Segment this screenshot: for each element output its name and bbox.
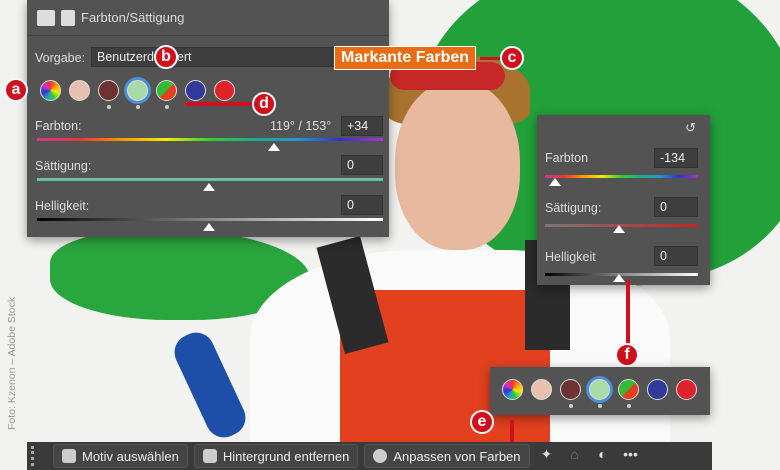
person-icon	[62, 449, 76, 463]
hue-input[interactable]: +34	[341, 116, 383, 136]
select-subject-button[interactable]: Motiv auswählen	[53, 444, 188, 468]
ctx-swatch-all-colors[interactable]	[502, 379, 523, 400]
marker-d: d	[252, 92, 276, 116]
marker-e: e	[470, 410, 494, 434]
lasso-icon[interactable]: ⌂	[564, 446, 586, 466]
side-hue-input[interactable]: -134	[654, 148, 698, 168]
side-saturation-thumb[interactable]	[613, 225, 625, 233]
contextual-adjust-panel: ↺ Farbton -134 Sättigung: 0 Helligkeit 0	[537, 115, 710, 285]
side-hue-thumb[interactable]	[549, 178, 561, 186]
hue-range: 119° / 153°	[270, 119, 332, 133]
remove-background-button[interactable]: Hintergrund entfernen	[193, 444, 359, 468]
side-saturation-input[interactable]: 0	[654, 197, 698, 217]
contextual-swatch-panel	[490, 367, 710, 415]
adjustment-layer-icon	[37, 9, 55, 26]
marker-b: b	[154, 45, 178, 69]
hue-saturation-panel: Farbton/Sättigung Vorgabe: Benutzerdefin…	[27, 0, 389, 237]
marker-c: c	[500, 46, 524, 70]
saturation-input[interactable]: 0	[341, 155, 383, 175]
reset-icon[interactable]: ↺	[685, 120, 696, 136]
saturation-slider-thumb[interactable]	[203, 183, 215, 191]
side-hue-label: Farbton	[545, 151, 589, 165]
swatch-blue[interactable]	[185, 80, 206, 101]
lightness-slider-thumb[interactable]	[203, 223, 215, 231]
swatch-all-colors[interactable]	[40, 80, 61, 101]
hue-slider-thumb[interactable]	[268, 143, 280, 151]
contrast-icon[interactable]: ◐	[592, 446, 614, 466]
preset-label: Vorgabe:	[35, 51, 86, 65]
swatch-green-red[interactable]	[156, 80, 177, 101]
saturation-label: Sättigung:	[35, 159, 92, 173]
adjust-icon	[373, 449, 388, 463]
side-lightness-thumb[interactable]	[613, 274, 625, 282]
magic-wand-icon[interactable]: ✦	[536, 446, 558, 466]
ctx-swatch-brown[interactable]	[560, 379, 581, 400]
swatch-skin[interactable]	[69, 80, 90, 101]
photo-credit: Foto: Kzenon – Adobe Stock	[6, 296, 18, 430]
adjust-colors-button[interactable]: Anpassen von Farben	[364, 444, 530, 468]
ctx-swatch-red[interactable]	[676, 379, 697, 400]
drag-handle[interactable]	[31, 446, 37, 466]
contextual-taskbar: Motiv auswählen Hintergrund entfernen An…	[27, 442, 712, 470]
lightness-label: Helligkeit:	[35, 199, 90, 213]
swatch-red[interactable]	[214, 80, 235, 101]
saturation-slider[interactable]	[37, 178, 383, 181]
ctx-swatch-light-green[interactable]	[589, 379, 610, 400]
side-saturation-label: Sättigung:	[545, 201, 602, 215]
image-icon	[202, 449, 217, 463]
more-button[interactable]: •••	[620, 446, 642, 466]
swatch-brown[interactable]	[98, 80, 119, 101]
ctx-swatch-skin[interactable]	[531, 379, 552, 400]
lightness-input[interactable]: 0	[341, 195, 383, 215]
hue-label: Farbton:	[35, 119, 82, 133]
side-lightness-label: Helligkeit	[545, 250, 596, 264]
ctx-swatch-green-red[interactable]	[618, 379, 639, 400]
side-hue-slider[interactable]	[545, 175, 698, 178]
marker-f: f	[615, 343, 639, 367]
mask-icon	[61, 9, 75, 26]
lightness-slider[interactable]	[37, 218, 383, 221]
swatch-light-green[interactable]	[127, 80, 148, 101]
hue-slider[interactable]	[37, 138, 383, 141]
ctx-swatch-blue[interactable]	[647, 379, 668, 400]
panel-title: Farbton/Sättigung	[81, 10, 185, 25]
marker-a: a	[4, 78, 28, 102]
side-lightness-input[interactable]: 0	[654, 246, 698, 266]
callout-label: Markante Farben	[334, 46, 477, 70]
